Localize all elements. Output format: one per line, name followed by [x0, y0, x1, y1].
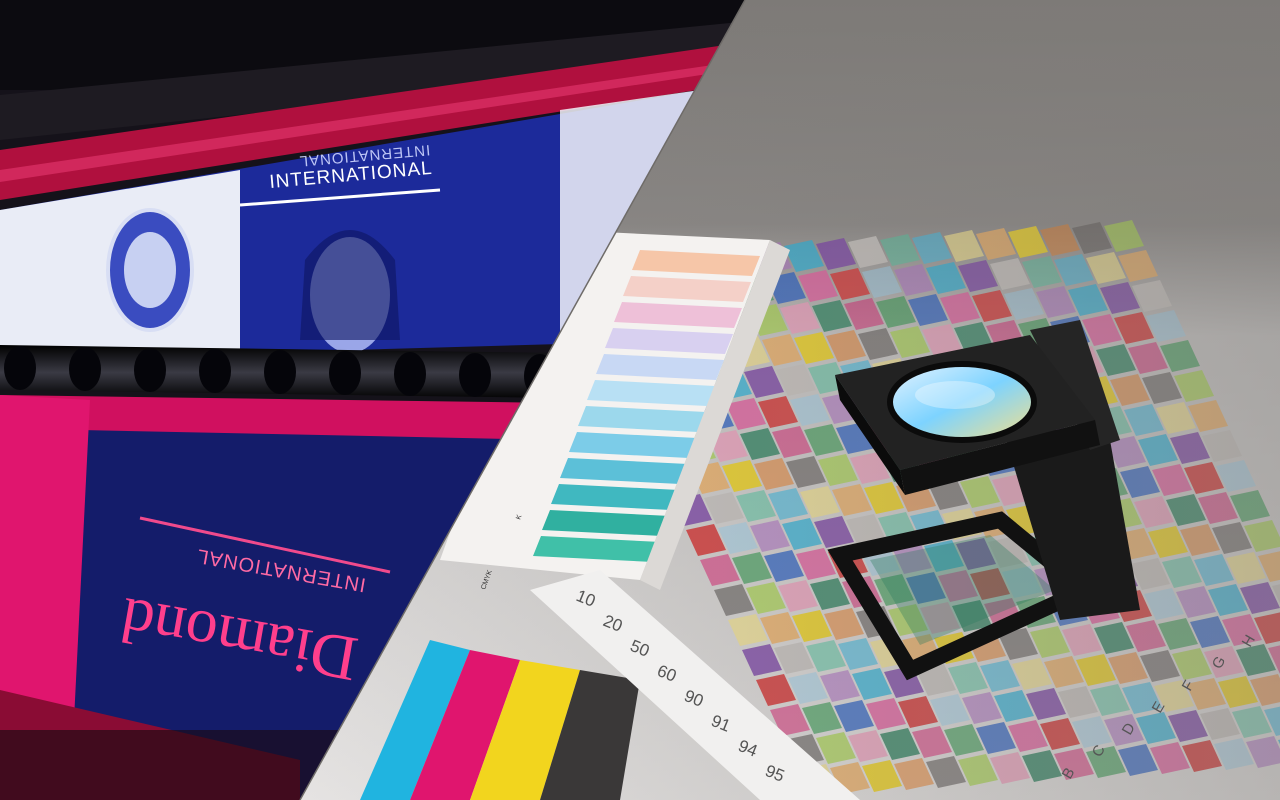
print-hero-image: INTERNATIONAL INTERNATIONAL INTERNATIONA… [0, 0, 1280, 800]
hero-illustration: INTERNATIONAL INTERNATIONAL INTERNATIONA… [0, 0, 1280, 800]
roller-grippers [4, 346, 556, 398]
